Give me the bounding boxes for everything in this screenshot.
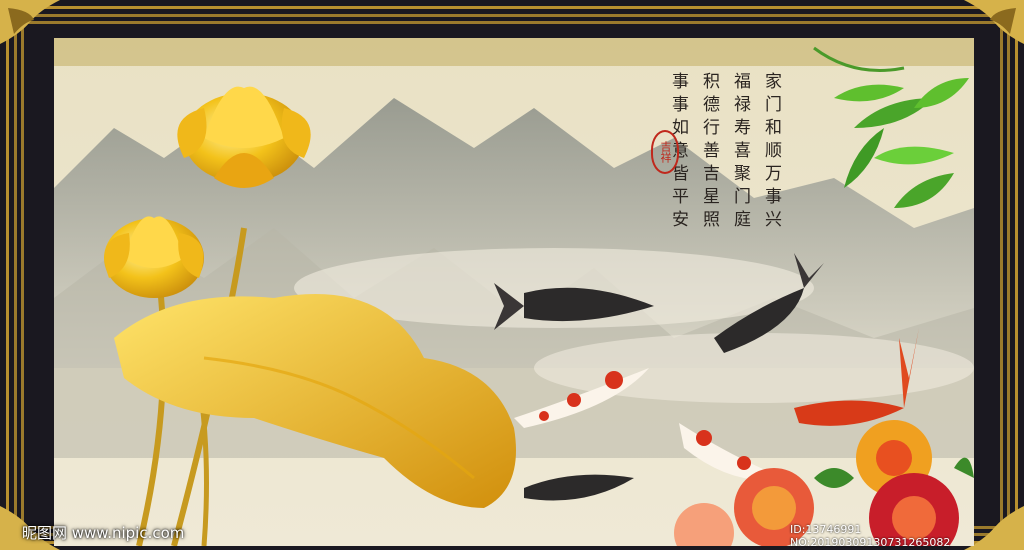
watermark-site: 昵图网 www.nipic.com: [22, 524, 185, 542]
poem-line-2: 福禄寿喜聚门庭: [730, 72, 750, 233]
seal-stamp-icon: 吉祥: [651, 130, 679, 174]
poem-line-3: 积德行善吉星照: [699, 72, 719, 233]
painting: 家门和顺万事兴 福禄寿喜聚门庭 积德行善吉星照 事事如意皆平安 吉祥: [54, 38, 974, 546]
watermark-id: ID:13746991 NO:20190309130731265082: [790, 523, 951, 549]
corner-ornament-icon: [0, 0, 60, 44]
landscape-illustration: [54, 38, 974, 546]
poem-line-1: 家门和顺万事兴: [761, 72, 781, 233]
picture-frame: 家门和顺万事兴 福禄寿喜聚门庭 积德行善吉星照 事事如意皆平安 吉祥: [0, 0, 1024, 550]
poem: 家门和顺万事兴 福禄寿喜聚门庭 积德行善吉星照 事事如意皆平安: [666, 72, 784, 233]
